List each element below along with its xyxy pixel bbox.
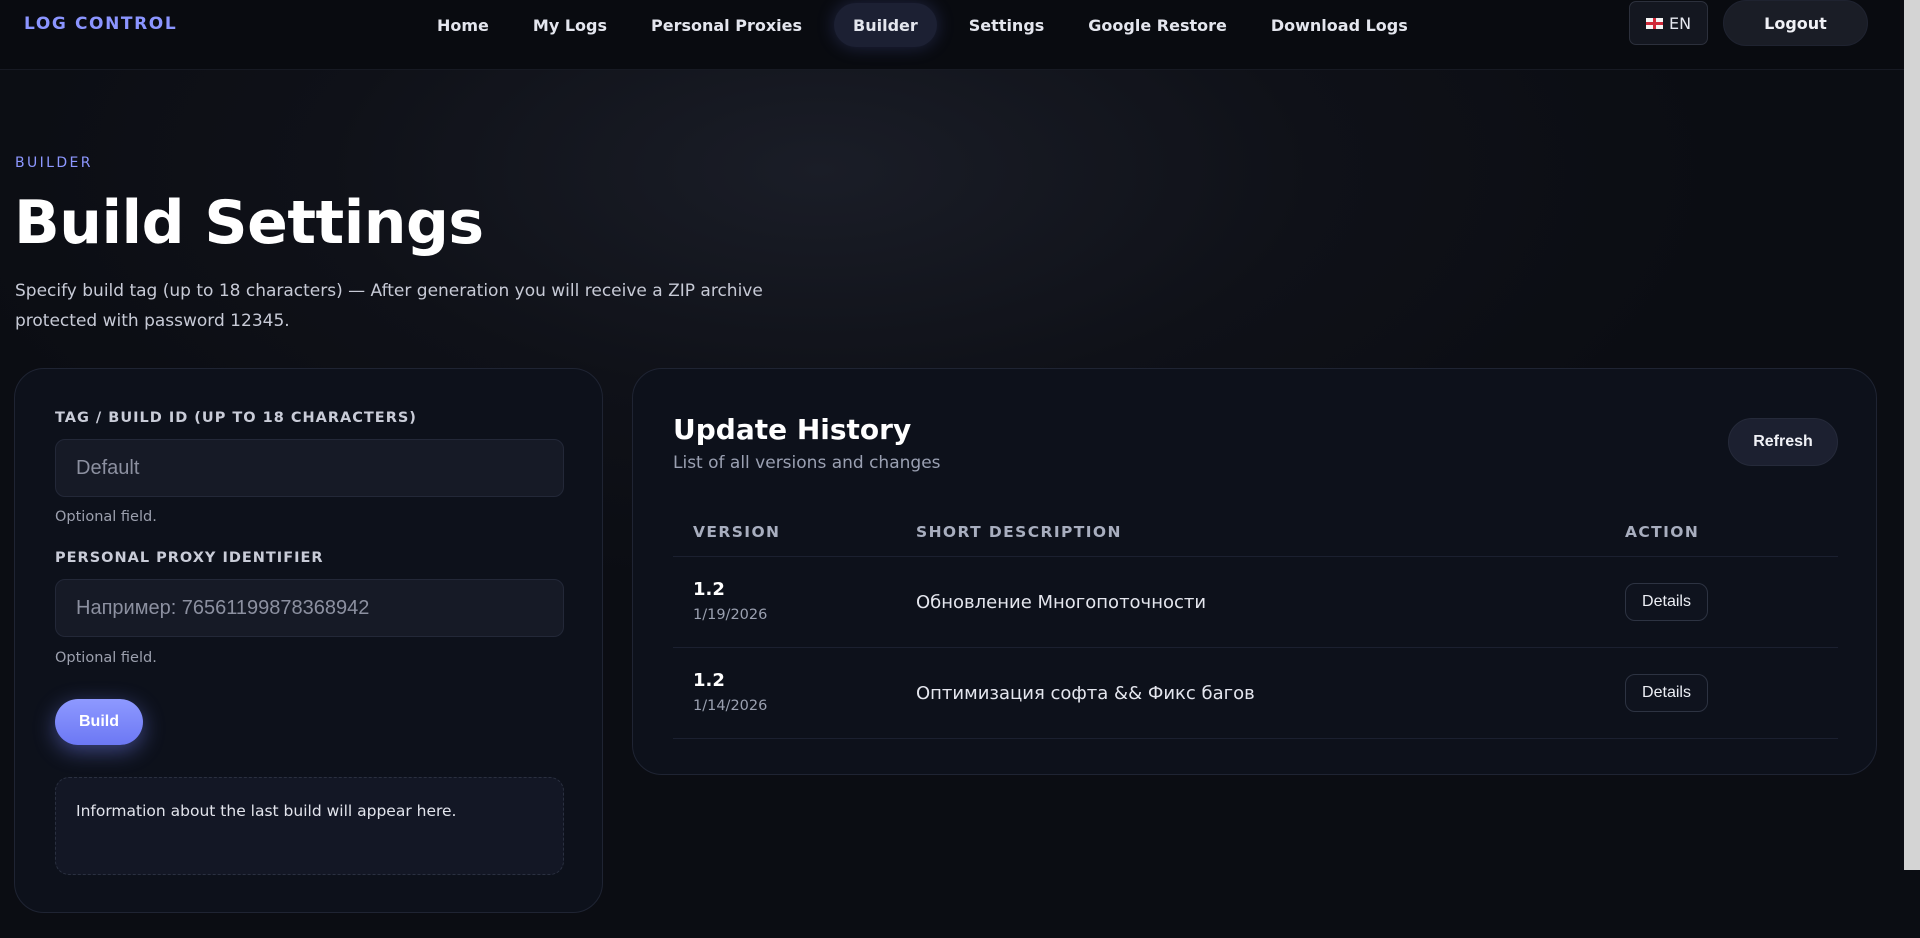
build-form-card: TAG / BUILD ID (UP TO 18 CHARACTERS) Opt… <box>14 368 603 913</box>
proxy-hint: Optional field. <box>55 650 157 666</box>
version-date: 1/14/2026 <box>693 698 768 714</box>
update-history-card: Update History List of all versions and … <box>632 368 1877 775</box>
tag-field-label: TAG / BUILD ID (UP TO 18 CHARACTERS) <box>55 410 417 426</box>
last-build-info: Information about the last build will ap… <box>55 777 564 875</box>
nav-personal-proxies[interactable]: Personal Proxies <box>629 3 824 47</box>
language-selector[interactable]: EN <box>1629 1 1708 45</box>
update-history-subtitle: List of all versions and changes <box>673 453 941 473</box>
nav-download-logs[interactable]: Download Logs <box>1249 3 1430 47</box>
details-button[interactable]: Details <box>1625 583 1708 621</box>
uk-flag-icon <box>1645 17 1663 29</box>
version-date: 1/19/2026 <box>693 607 768 623</box>
table-row: 1.2 1/14/2026 Оптимизация софта && Фикс … <box>673 648 1838 739</box>
logout-button[interactable]: Logout <box>1723 0 1868 46</box>
update-history-title: Update History <box>673 413 912 446</box>
nav-my-logs[interactable]: My Logs <box>511 3 629 47</box>
brand-logo[interactable]: LOG CONTROL <box>24 14 177 34</box>
nav-builder[interactable]: Builder <box>834 3 937 47</box>
version-description: Обновление Многопоточности <box>916 592 1207 613</box>
language-label: EN <box>1668 13 1692 33</box>
main-nav: Home My Logs Personal Proxies Builder Se… <box>415 3 1430 47</box>
column-header-action: ACTION <box>1625 523 1700 541</box>
page-title: Build Settings <box>14 188 484 258</box>
nav-google-restore[interactable]: Google Restore <box>1066 3 1249 47</box>
version-number: 1.2 <box>693 579 725 600</box>
table-row: 1.2 1/19/2026 Обновление Многопоточности… <box>673 557 1838 648</box>
column-header-description: SHORT DESCRIPTION <box>916 523 1122 541</box>
proxy-field-label: PERSONAL PROXY IDENTIFIER <box>55 550 324 566</box>
proxy-id-input[interactable] <box>55 579 564 637</box>
page-subtitle: Specify build tag (up to 18 characters) … <box>15 281 763 331</box>
tag-input[interactable] <box>55 439 564 497</box>
top-navbar: LOG CONTROL Home My Logs Personal Proxie… <box>0 0 1904 70</box>
nav-home[interactable]: Home <box>415 3 511 47</box>
version-number: 1.2 <box>693 670 725 691</box>
tag-hint: Optional field. <box>55 509 157 525</box>
nav-settings[interactable]: Settings <box>947 3 1067 47</box>
scrollbar[interactable] <box>1904 0 1920 870</box>
version-description: Оптимизация софта && Фикс багов <box>916 683 1255 704</box>
update-history-table: VERSION SHORT DESCRIPTION ACTION 1.2 1/1… <box>673 505 1838 739</box>
table-header: VERSION SHORT DESCRIPTION ACTION <box>673 505 1838 557</box>
section-eyebrow: BUILDER <box>15 155 93 171</box>
build-button[interactable]: Build <box>55 699 143 745</box>
column-header-version: VERSION <box>693 523 781 541</box>
details-button[interactable]: Details <box>1625 674 1708 712</box>
scrollbar-gap <box>1904 870 1920 938</box>
refresh-button[interactable]: Refresh <box>1728 418 1838 466</box>
